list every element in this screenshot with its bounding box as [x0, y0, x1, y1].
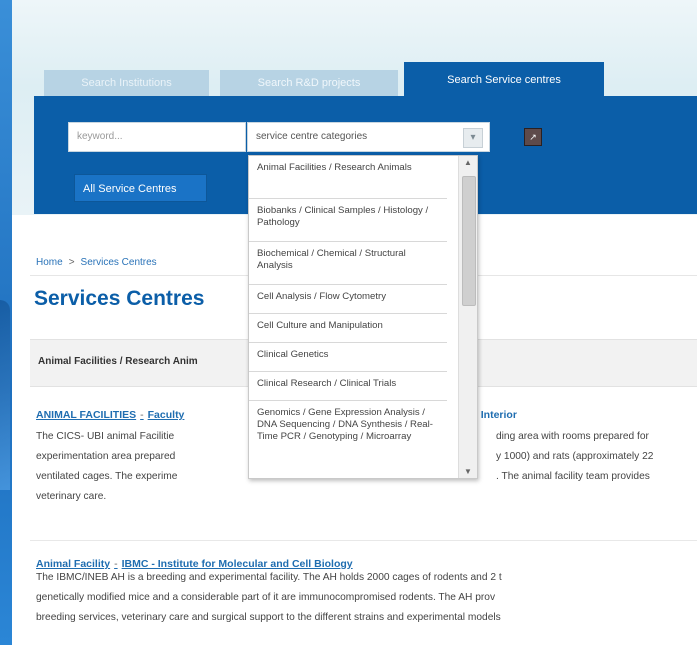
entry-description: The IBMC/INEB AH is a breeding and exper… — [36, 572, 502, 623]
dropdown-option[interactable]: Animal Facilities / Research Animals — [249, 156, 447, 199]
category-dropdown-list[interactable]: Animal Facilities / Research Animals Bio… — [248, 155, 478, 479]
dropdown-option[interactable]: Cell Analysis / Flow Cytometry — [249, 285, 447, 314]
page-title: Services Centres — [34, 287, 205, 310]
entry-link[interactable]: ANIMAL FACILITIES — [36, 409, 136, 421]
entry-institution-link-end[interactable]: a Interior — [472, 409, 517, 421]
dropdown-option[interactable]: Clinical Research / Clinical Trials — [249, 372, 447, 401]
dropdown-option[interactable]: Cell Culture and Manipulation — [249, 314, 447, 343]
dropdown-option[interactable]: Clinical Genetics — [249, 343, 447, 372]
scrollbar-thumb[interactable] — [462, 176, 476, 306]
breadcrumb-separator: > — [68, 257, 75, 268]
tab-search-institutions[interactable]: Search Institutions — [44, 70, 209, 96]
category-heading: Animal Facilities / Research Anim — [38, 356, 198, 367]
category-select-value: service centre categories — [256, 131, 368, 142]
chevron-down-icon[interactable]: ▾ — [463, 128, 483, 148]
breadcrumb-current[interactable]: Services Centres — [81, 257, 157, 268]
dropdown-scrollbar[interactable]: ▲ ▼ — [458, 156, 477, 478]
breadcrumb-home[interactable]: Home — [36, 257, 63, 268]
list-item: Animal Facility - IBMC - Institute for Mol… — [36, 558, 697, 628]
scroll-down-icon[interactable]: ▼ — [459, 467, 477, 476]
breadcrumb: Home > Services Centres — [36, 257, 157, 268]
scroll-up-icon[interactable]: ▲ — [459, 158, 477, 167]
left-decorative-bar — [0, 0, 12, 645]
keyword-input[interactable]: keyword... — [68, 122, 246, 152]
arrow-icon[interactable]: ↗ — [524, 128, 542, 146]
dropdown-option[interactable]: Genomics / Gene Expression Analysis / DN… — [249, 401, 447, 471]
tab-search-service-centres[interactable]: Search Service centres — [404, 62, 604, 96]
dropdown-option[interactable]: Biobanks / Clinical Samples / Histology … — [249, 199, 447, 242]
entry-institution-link[interactable]: Faculty — [148, 409, 185, 421]
entry-description-right: ding area with rooms prepared for y 1000… — [496, 431, 654, 482]
tab-search-rd-projects[interactable]: Search R&D projects — [220, 70, 398, 96]
all-service-centres-label: All Service Centres — [83, 183, 177, 195]
entry-description: The CICS- UBI animal Facilitie experimen… — [36, 431, 178, 502]
all-service-centres-button[interactable]: All Service Centres — [74, 174, 207, 202]
dropdown-option[interactable]: Biochemical / Chemical / Structural Anal… — [249, 242, 447, 285]
divider — [30, 540, 697, 541]
category-select[interactable]: service centre categories ▾ — [247, 122, 490, 152]
